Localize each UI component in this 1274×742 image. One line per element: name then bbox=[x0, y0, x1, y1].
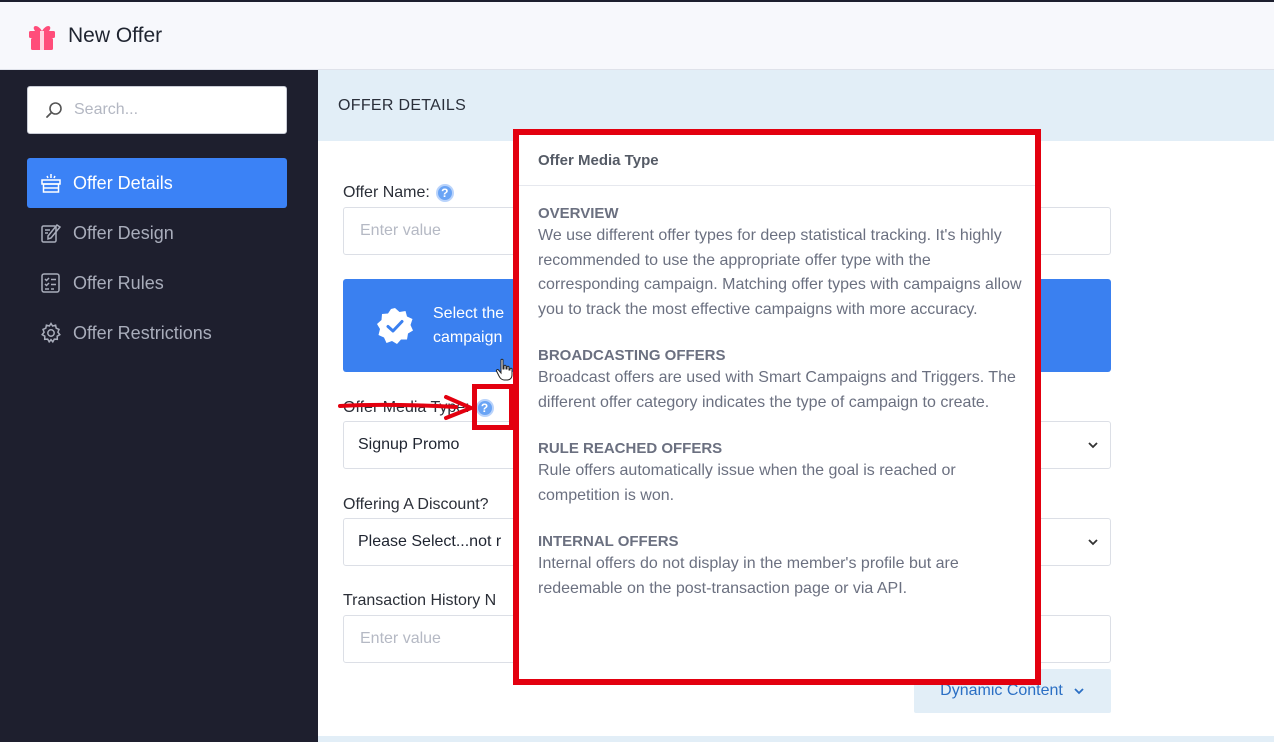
chevron-down-icon bbox=[1088, 442, 1098, 449]
sidebar-item-label: Offer Rules bbox=[73, 272, 164, 293]
gift-icon bbox=[29, 25, 55, 50]
sidebar-item-label: Offer Details bbox=[73, 172, 173, 193]
verified-badge-icon bbox=[377, 307, 413, 344]
sidebar-item-offer-design[interactable]: Offer Design bbox=[27, 208, 287, 258]
search-icon bbox=[46, 102, 62, 118]
popover-section-text: Internal offers do not display in the me… bbox=[538, 555, 959, 597]
offer-name-label-text: Offer Name: bbox=[343, 184, 430, 201]
sidebar-item-label: Offer Restrictions bbox=[73, 322, 212, 343]
gear-icon bbox=[41, 322, 61, 344]
history-label-text: Transaction History N bbox=[343, 592, 497, 609]
popover-section-heading: BROADCASTING OFFERS bbox=[538, 347, 726, 364]
popover-section-text: We use different offer types for deep st… bbox=[538, 227, 1022, 318]
hand-cursor-icon bbox=[495, 358, 513, 381]
red-arrow-annotation bbox=[338, 395, 473, 420]
chevron-down-icon bbox=[1074, 688, 1084, 695]
search-box[interactable] bbox=[27, 86, 287, 134]
popover-body: OVERVIEW We use different offer types fo… bbox=[519, 186, 1035, 601]
popover-section-rule-reached: RULE REACHED OFFERS Rule offers automati… bbox=[538, 439, 1023, 508]
sidebar-item-offer-restrictions[interactable]: Offer Restrictions bbox=[27, 308, 287, 358]
discount-label: Offering A Discount? bbox=[343, 496, 489, 514]
sidebar-item-offer-rules[interactable]: Offer Rules bbox=[27, 258, 287, 308]
help-icon[interactable]: ? bbox=[435, 184, 454, 202]
highlight-box-annotation bbox=[472, 384, 514, 430]
sidebar-item-label: Offer Design bbox=[73, 222, 174, 243]
popover-section-text: Rule offers automatically issue when the… bbox=[538, 462, 956, 504]
search-input[interactable] bbox=[74, 101, 264, 119]
popover-section-text: Broadcast offers are used with Smart Cam… bbox=[538, 369, 1016, 411]
offer-name-label: Offer Name: ? bbox=[343, 184, 454, 202]
popover-section-heading: OVERVIEW bbox=[538, 205, 619, 222]
popover-section-heading: RULE REACHED OFFERS bbox=[538, 440, 723, 457]
history-label: Transaction History N bbox=[343, 592, 496, 610]
media-type-value: Signup Promo bbox=[358, 436, 460, 453]
design-icon bbox=[41, 223, 62, 243]
discount-value: Please Select...not r bbox=[358, 533, 502, 550]
popover-section-broadcasting: BROADCASTING OFFERS Broadcast offers are… bbox=[538, 346, 1023, 415]
checklist-icon bbox=[41, 273, 60, 293]
sidebar-item-offer-details[interactable]: Offer Details bbox=[27, 158, 287, 208]
sidebar-nav: Offer Details Offer Design Offer Rules O… bbox=[27, 158, 287, 358]
discount-label-text: Offering A Discount? bbox=[343, 496, 489, 513]
gift-box-icon bbox=[41, 174, 61, 193]
offer-media-type-popover: Offer Media Type OVERVIEW We use differe… bbox=[513, 129, 1041, 685]
popover-section-overview: OVERVIEW We use different offer types fo… bbox=[538, 204, 1023, 322]
section-footer-strip bbox=[318, 736, 1274, 742]
popover-section-heading: INTERNAL OFFERS bbox=[538, 533, 679, 550]
sidebar: Offer Details Offer Design Offer Rules bbox=[0, 70, 318, 742]
page-title: New Offer bbox=[68, 23, 163, 47]
chevron-down-icon bbox=[1088, 539, 1098, 546]
popover-title: Offer Media Type bbox=[519, 135, 1035, 186]
top-bar: New Offer bbox=[0, 0, 1274, 70]
popover-section-internal: INTERNAL OFFERS Internal offers do not d… bbox=[538, 532, 1023, 601]
